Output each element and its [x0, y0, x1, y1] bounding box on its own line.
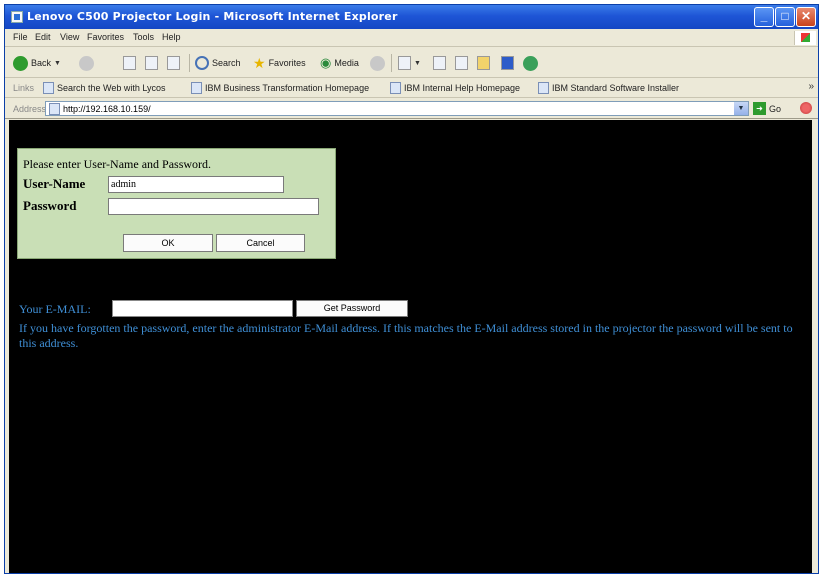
media-button[interactable]: ◉ Media — [320, 54, 359, 72]
history-icon — [370, 55, 385, 71]
search-button[interactable]: Search — [195, 54, 241, 72]
standard-toolbar: Back ▼ Search ★ Favorites ◉ Media ▼ — [5, 48, 818, 78]
search-icon — [195, 56, 209, 70]
menu-tools[interactable]: Tools — [133, 32, 154, 42]
ok-button[interactable]: OK — [123, 234, 213, 252]
edit-icon — [455, 56, 468, 70]
back-arrow-icon — [13, 55, 28, 71]
folder-icon — [477, 56, 490, 70]
toolbar-extra-icon[interactable] — [800, 102, 812, 114]
chevron-down-icon: ▼ — [54, 59, 61, 67]
login-prompt: Please enter User-Name and Password. — [23, 157, 212, 171]
page-icon — [191, 82, 202, 94]
chevron-right-icon[interactable]: » — [808, 81, 814, 92]
address-input[interactable]: http://192.168.10.159/ ▼ — [45, 101, 749, 116]
username-input[interactable] — [108, 176, 284, 193]
email-input[interactable] — [112, 300, 293, 317]
page-icon — [43, 82, 54, 94]
toolbar-divider — [189, 54, 190, 72]
chevron-down-icon[interactable]: ▼ — [734, 102, 748, 115]
favorites-button[interactable]: ★ Favorites — [253, 54, 306, 72]
window-title: Lenovo C500 Projector Login - Microsoft … — [27, 10, 398, 23]
menu-bar: File Edit View Favorites Tools Help — [5, 29, 818, 47]
link-lycos[interactable]: Search the Web with Lycos — [43, 82, 166, 94]
print-button[interactable] — [433, 54, 446, 72]
mail-icon — [398, 56, 411, 70]
link-ibm-help[interactable]: IBM Internal Help Homepage — [390, 82, 520, 94]
cancel-button[interactable]: Cancel — [216, 234, 305, 252]
password-input[interactable] — [108, 198, 319, 215]
home-button[interactable] — [167, 54, 180, 72]
folder-button[interactable] — [477, 54, 490, 72]
go-button[interactable]: ➜ Go — [753, 102, 781, 115]
recovery-info-text: If you have forgotten the password, ente… — [19, 321, 793, 350]
media-label: Media — [334, 58, 359, 68]
refresh-icon — [145, 56, 158, 70]
go-arrow-icon: ➜ — [753, 102, 766, 115]
refresh-button[interactable] — [145, 54, 158, 72]
menu-favorites[interactable]: Favorites — [87, 32, 124, 42]
back-button[interactable]: Back ▼ — [13, 54, 61, 72]
browser-window: Lenovo C500 Projector Login - Microsoft … — [4, 4, 819, 574]
windows-logo-icon — [794, 31, 816, 45]
address-bar: Address http://192.168.10.159/ ▼ ➜ Go — [5, 99, 818, 119]
search-label: Search — [212, 58, 241, 68]
edit-button[interactable] — [455, 54, 468, 72]
links-label: Links — [13, 83, 35, 93]
address-url: http://192.168.10.159/ — [63, 104, 151, 114]
login-panel: Please enter User-Name and Password. Use… — [17, 148, 336, 259]
menu-help[interactable]: Help — [162, 32, 181, 42]
chevron-down-icon: ▼ — [414, 59, 421, 67]
messenger-button[interactable] — [523, 54, 541, 72]
get-password-button[interactable]: Get Password — [296, 300, 408, 317]
favorites-label: Favorites — [268, 58, 306, 68]
stop-icon — [123, 56, 136, 70]
bluetooth-icon — [501, 56, 514, 70]
link-ibm-software[interactable]: IBM Standard Software Installer — [538, 82, 679, 94]
messenger-icon — [523, 55, 538, 71]
page-icon — [390, 82, 401, 94]
forward-button[interactable] — [79, 54, 97, 72]
history-button[interactable] — [370, 54, 388, 72]
ie-page-icon — [11, 11, 23, 23]
media-icon: ◉ — [320, 55, 332, 70]
home-icon — [167, 56, 180, 70]
minimize-button[interactable]: _ — [754, 7, 774, 27]
email-label: Your E-MAIL: — [19, 302, 91, 316]
title-bar: Lenovo C500 Projector Login - Microsoft … — [5, 5, 818, 29]
toolbar-divider — [391, 54, 392, 72]
link-ibm-business[interactable]: IBM Business Transformation Homepage — [191, 82, 369, 94]
menu-edit[interactable]: Edit — [35, 32, 51, 42]
maximize-button[interactable]: □ — [775, 7, 795, 27]
stop-button[interactable] — [123, 54, 136, 72]
bluetooth-button[interactable] — [501, 54, 514, 72]
menu-view[interactable]: View — [60, 32, 79, 42]
page-icon — [49, 103, 60, 115]
username-label: User-Name — [23, 176, 86, 191]
star-icon: ★ — [253, 54, 266, 71]
forward-arrow-icon — [79, 55, 94, 71]
password-label: Password — [23, 198, 77, 213]
address-label: Address — [13, 104, 47, 114]
mail-button[interactable]: ▼ — [398, 54, 421, 72]
menu-file[interactable]: File — [13, 32, 28, 42]
page-icon — [538, 82, 549, 94]
links-bar: Links Search the Web with Lycos IBM Busi… — [5, 79, 818, 98]
back-label: Back — [31, 58, 52, 68]
go-label: Go — [769, 103, 782, 114]
print-icon — [433, 56, 446, 70]
page-content: Please enter User-Name and Password. Use… — [9, 120, 812, 573]
close-button[interactable]: ✕ — [796, 7, 816, 27]
